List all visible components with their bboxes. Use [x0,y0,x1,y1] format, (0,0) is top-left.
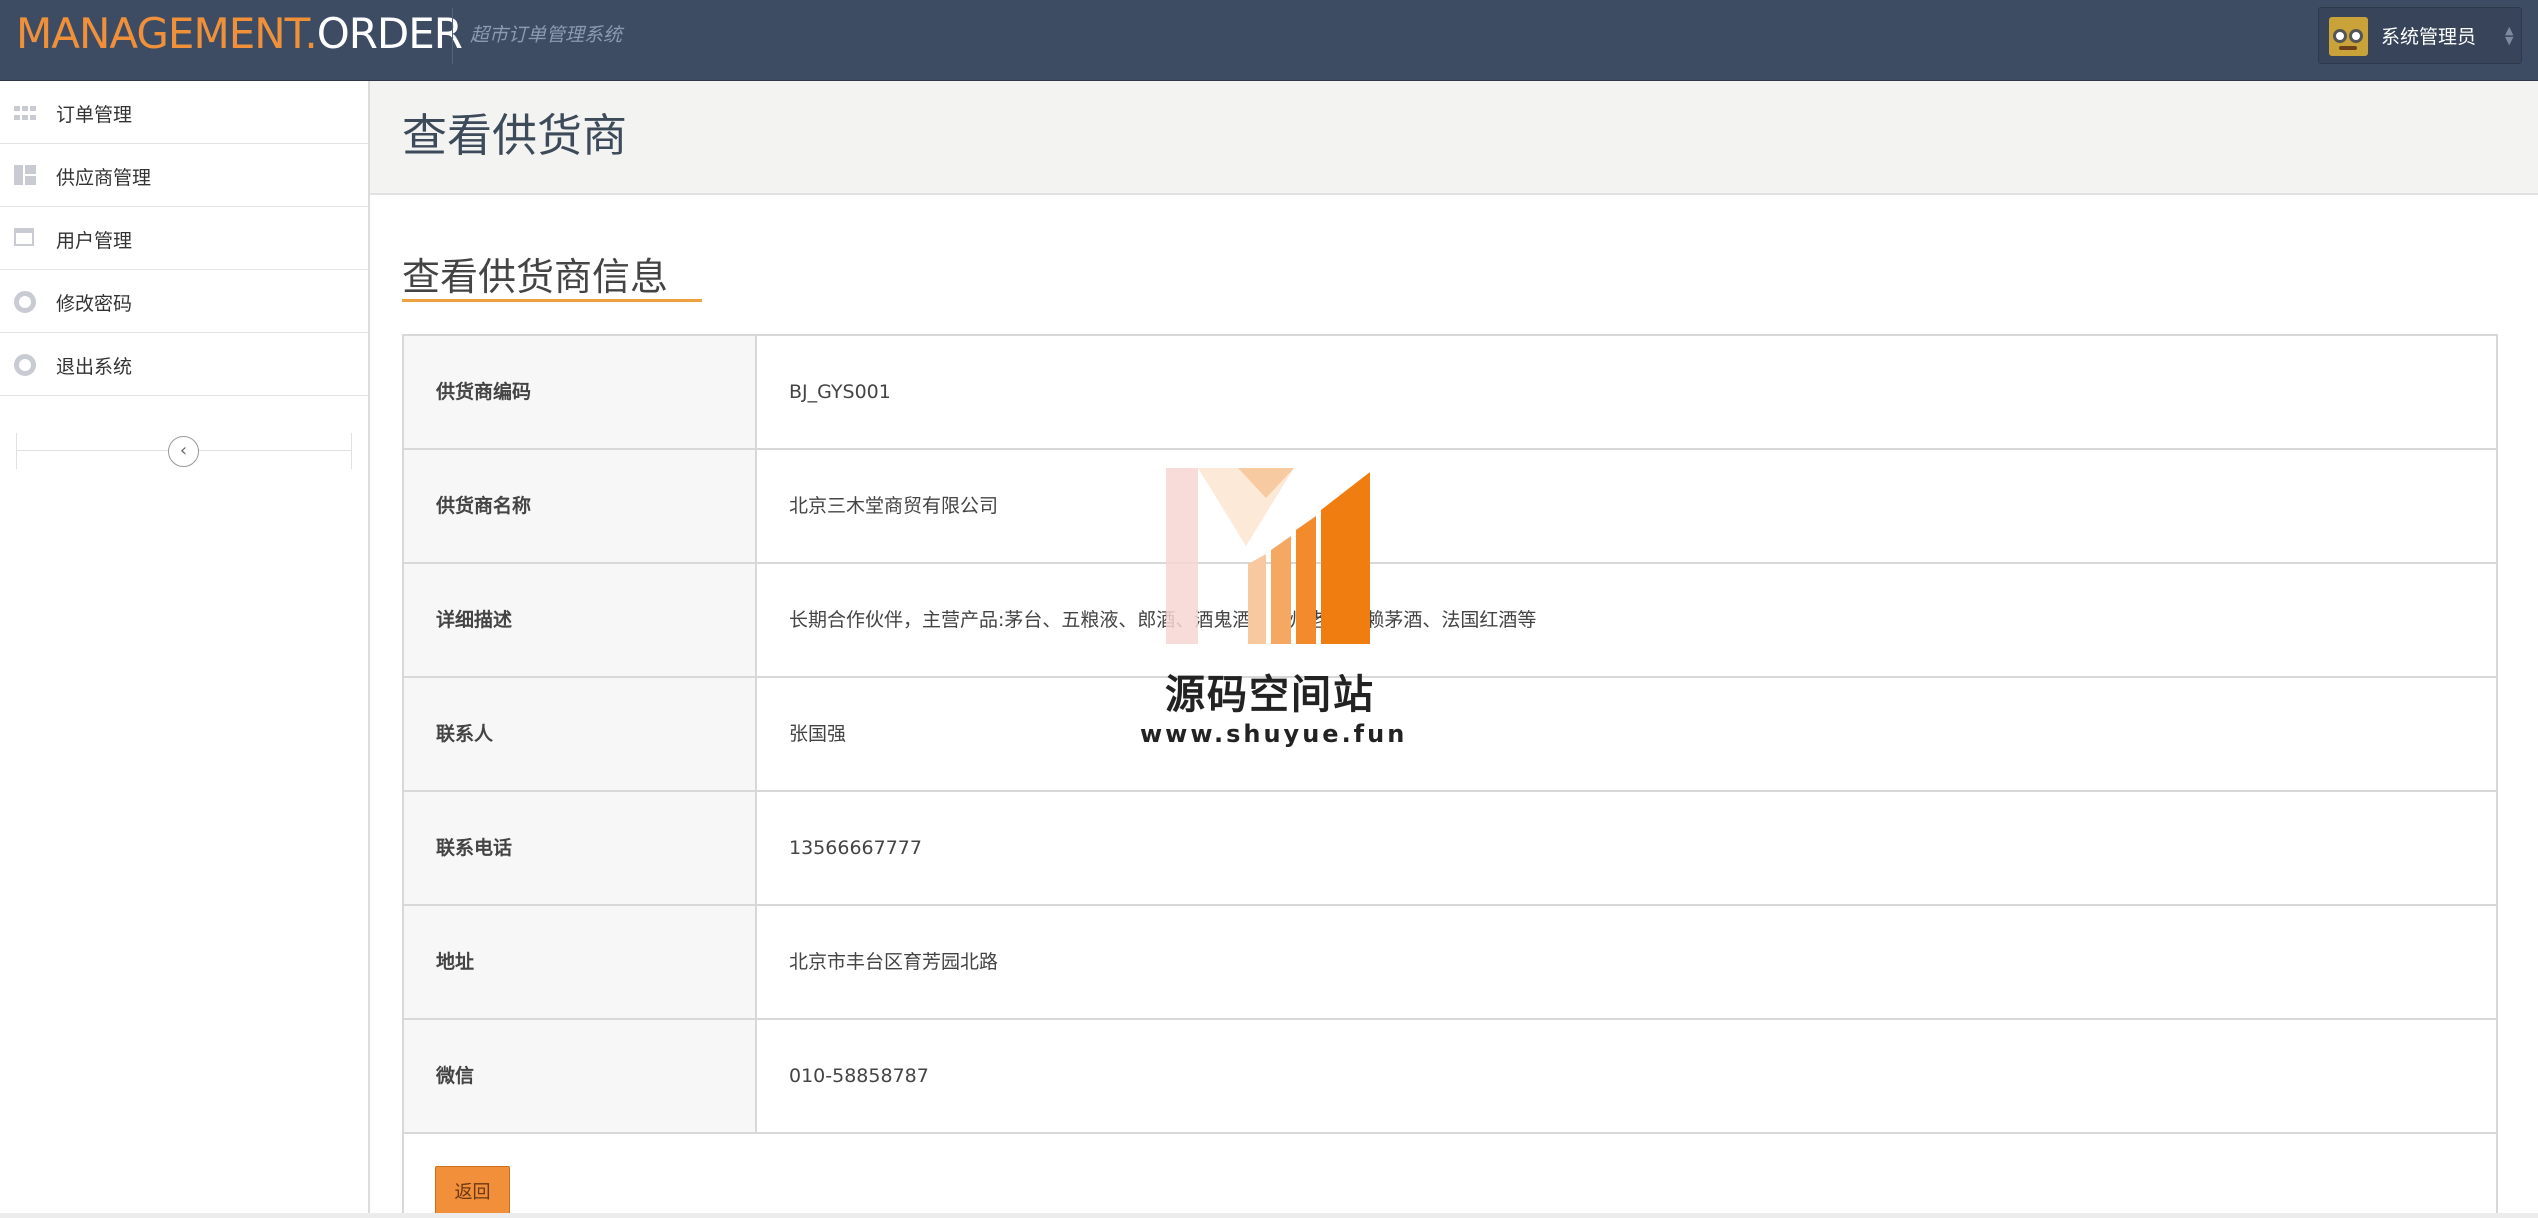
field-label: 供货商名称 [404,450,757,562]
field-value: 长期合作伙伴，主营产品:茅台、五粮液、郎酒、酒鬼酒、泸州老窖、赖茅酒、法国红酒等 [789,609,1537,631]
sidebar-item-label: 修改密码 [56,293,133,315]
app-subtitle: 超市订单管理系统 [470,24,623,46]
watermark-logo-icon [1166,468,1370,644]
sidebar-item-label: 供应商管理 [56,167,152,189]
collapse-tick-left [16,433,17,469]
sort-caret-icon: ▲ ▼ [2505,24,2514,47]
watermark-url: www.shuyue.fun [1140,720,1408,748]
field-value: 010-58858787 [789,1065,929,1087]
table-row: 微信 010-58858787 [404,1020,2496,1134]
watermark: 源码空间站 www.shuyue.fun [1140,462,1408,762]
table-footer [402,1132,2498,1218]
table-row: 地址 北京市丰台区育芳园北路 [404,906,2496,1020]
collapse-tick-right [351,433,352,469]
avatar [2329,17,2368,56]
avatar-mouth [2339,46,2357,50]
supplier-info-table: 供货商编码 BJ_GYS001 供货商名称 北京三木堂商贸有限公司 详细描述 长… [402,334,2498,1134]
header-divider [452,8,453,64]
back-button[interactable]: 返回 [435,1166,510,1218]
layout-icon [14,165,36,185]
field-label: 详细描述 [404,564,757,676]
section-underline [402,299,702,302]
sidebar-item-orders[interactable]: 订单管理 [0,81,368,144]
app-logo[interactable]: MANAGEMENT.ORDER [16,6,463,62]
field-value: 北京市丰台区育芳园北路 [789,951,999,973]
table-row: 供货商名称 北京三木堂商贸有限公司 [404,450,2496,564]
table-row: 详细描述 长期合作伙伴，主营产品:茅台、五粮液、郎酒、酒鬼酒、泸州老窖、赖茅酒、… [404,564,2496,678]
sidebar-item-logout[interactable]: 退出系统 [0,333,368,396]
sidebar: 订单管理 供应商管理 用户管理 修改密码 退出系统 ‹ [0,81,370,1218]
lifebuoy-icon [14,291,36,313]
grid-icon [14,102,36,122]
sidebar-item-change-password[interactable]: 修改密码 [0,270,368,333]
field-value: BJ_GYS001 [789,381,891,403]
field-label: 联系人 [404,678,757,790]
user-name: 系统管理员 [2381,26,2477,48]
field-value: 张国强 [789,723,847,745]
avatar-eye-right [2349,29,2363,43]
field-label: 供货商编码 [404,336,757,448]
field-label: 地址 [404,906,757,1018]
chevron-left-icon[interactable]: ‹ [168,436,199,467]
section-title: 查看供货商信息 [402,255,669,299]
field-label: 微信 [404,1020,757,1132]
page-title: 查看供货商 [402,109,628,162]
lifebuoy-icon [14,354,36,376]
table-row: 供货商编码 BJ_GYS001 [404,336,2496,450]
logo-part-order: ORDER [316,9,463,58]
sidebar-item-users[interactable]: 用户管理 [0,207,368,270]
main-content: 查看供货商 查看供货商信息 供货商编码 BJ_GYS001 供货商名称 北京三木… [370,81,2538,1218]
sidebar-item-label: 退出系统 [56,356,133,378]
logo-part-management: MANAGEMENT. [16,9,318,58]
sidebar-item-label: 用户管理 [56,230,133,252]
top-bar: MANAGEMENT.ORDER 超市订单管理系统 系统管理员 ▲ ▼ [0,0,2538,81]
user-menu[interactable]: 系统管理员 ▲ ▼ [2318,7,2522,64]
field-label: 联系电话 [404,792,757,904]
field-value: 13566667777 [789,837,922,859]
table-row: 联系人 张国强 [404,678,2496,792]
field-value: 北京三木堂商贸有限公司 [789,495,999,517]
calendar-icon [14,228,34,246]
avatar-eye-left [2333,29,2347,43]
page-header: 查看供货商 [370,81,2538,195]
sidebar-item-label: 订单管理 [56,104,133,126]
watermark-title: 源码空间站 [1165,672,1375,718]
bottom-edge [0,1213,2538,1218]
sidebar-collapse: ‹ [16,433,352,469]
sidebar-item-suppliers[interactable]: 供应商管理 [0,144,368,207]
table-row: 联系电话 13566667777 [404,792,2496,906]
